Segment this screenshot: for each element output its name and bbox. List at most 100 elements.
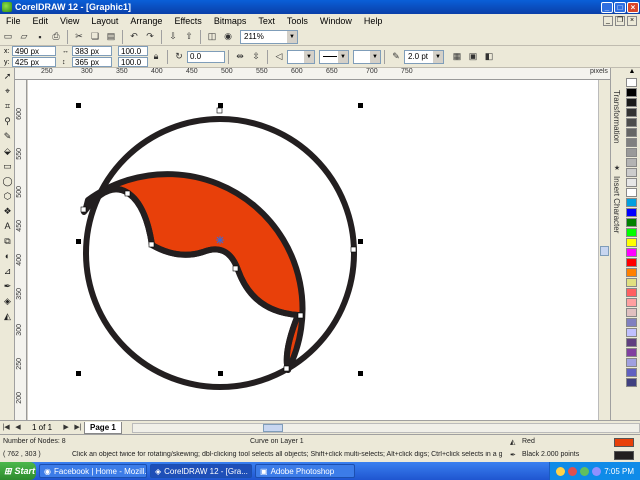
palette-swatch[interactable] xyxy=(626,98,637,107)
lock-ratio-icon[interactable]: 🔒︎ xyxy=(149,50,163,64)
new-document-icon[interactable]: ▭ xyxy=(1,30,15,44)
rectangle-tool-icon[interactable]: ▭ xyxy=(1,160,14,173)
palette-swatch[interactable] xyxy=(626,148,637,157)
palette-swatch[interactable] xyxy=(626,278,637,287)
palette-swatch[interactable] xyxy=(626,178,637,187)
pick-tool-icon[interactable]: ➚ xyxy=(1,70,14,83)
chevron-down-icon[interactable]: ▼ xyxy=(433,50,443,63)
palette-swatch[interactable] xyxy=(626,218,637,227)
vertical-scrollbar-thumb[interactable] xyxy=(600,246,609,256)
to-front-icon[interactable]: ▣ xyxy=(466,50,480,64)
menu-text[interactable]: Text xyxy=(252,16,281,26)
next-page-icon[interactable]: ▶ xyxy=(61,423,71,433)
curve-node[interactable] xyxy=(80,206,87,213)
text-tool-icon[interactable]: A xyxy=(1,220,14,233)
smart-fill-tool-icon[interactable]: ⬙ xyxy=(1,145,14,158)
curve-node[interactable] xyxy=(232,265,239,272)
tray-icon[interactable] xyxy=(556,466,566,476)
palette-swatch[interactable] xyxy=(626,358,637,367)
palette-swatch[interactable] xyxy=(626,208,637,217)
doc-close-button[interactable]: × xyxy=(627,16,637,26)
palette-swatch[interactable] xyxy=(626,328,637,337)
last-page-icon[interactable]: ▶| xyxy=(73,423,83,433)
to-back-icon[interactable]: ◧ xyxy=(482,50,496,64)
close-button[interactable]: × xyxy=(627,1,639,13)
palette-swatch[interactable] xyxy=(626,338,637,347)
palette-swatch[interactable] xyxy=(626,228,637,237)
mirror-horizontal-icon[interactable]: ⇹ xyxy=(233,50,247,64)
end-arrowhead-combo[interactable]: ▼ xyxy=(353,49,381,64)
palette-swatch[interactable] xyxy=(626,248,637,257)
curve-node[interactable] xyxy=(124,190,131,197)
selection-handle[interactable] xyxy=(76,371,81,376)
horizontal-scrollbar-thumb[interactable] xyxy=(262,423,283,432)
selection-handle[interactable] xyxy=(218,103,223,108)
palette-swatch[interactable] xyxy=(626,198,637,207)
task-coreldraw[interactable]: ◈ CorelDRAW 12 - [Gra... xyxy=(150,464,252,478)
palette-swatch[interactable] xyxy=(626,378,637,387)
zoom-tool-icon[interactable]: ⚲ xyxy=(1,115,14,128)
start-arrowhead-combo[interactable]: ▼ xyxy=(287,49,315,64)
palette-scroll-up-icon[interactable]: ▲ xyxy=(624,68,640,78)
chevron-down-icon[interactable]: ▼ xyxy=(370,50,380,63)
y-position-field[interactable]: 425 px xyxy=(12,57,56,67)
clock[interactable]: 7:05 PM xyxy=(604,467,634,476)
start-button[interactable]: ⊞ Start xyxy=(0,462,36,480)
chevron-down-icon[interactable]: ▼ xyxy=(338,50,348,63)
print-icon[interactable]: ⎙ xyxy=(49,30,63,44)
vertical-scrollbar[interactable] xyxy=(598,80,610,420)
cut-icon[interactable]: ✂ xyxy=(72,30,86,44)
menu-layout[interactable]: Layout xyxy=(85,16,124,26)
open-folder-icon[interactable]: ▱ xyxy=(17,30,31,44)
docker-tab-transformation[interactable]: Transformation xyxy=(612,90,621,144)
selection-handle[interactable] xyxy=(358,103,363,108)
palette-swatch[interactable] xyxy=(626,88,637,97)
menu-file[interactable]: File xyxy=(0,16,27,26)
chevron-down-icon[interactable]: ▼ xyxy=(304,50,314,63)
doc-restore-button[interactable]: ❐ xyxy=(615,16,625,26)
docker-tab-insert-character[interactable]: Insert Character xyxy=(612,176,621,233)
undo-icon[interactable]: ↶ xyxy=(127,30,141,44)
save-icon[interactable]: ▪ xyxy=(33,30,47,44)
palette-swatch[interactable] xyxy=(626,238,637,247)
drawing-svg[interactable] xyxy=(28,80,598,420)
curve-node[interactable] xyxy=(148,241,155,248)
interactive-blend-tool-icon[interactable]: ⧉ xyxy=(1,235,14,248)
fill-color-swatch[interactable] xyxy=(614,438,634,447)
task-photoshop[interactable]: ▣ Adobe Photoshop xyxy=(255,464,355,478)
mirror-vertical-icon[interactable]: ⇳ xyxy=(249,50,263,64)
eyedropper-tool-icon[interactable]: ⊿ xyxy=(1,265,14,278)
palette-swatch[interactable] xyxy=(626,308,637,317)
palette-swatch[interactable] xyxy=(626,188,637,197)
palette-swatch[interactable] xyxy=(626,108,637,117)
page-tab-1[interactable]: Page 1 xyxy=(84,421,122,434)
tray-icon[interactable] xyxy=(568,466,578,476)
palette-swatch[interactable] xyxy=(626,128,637,137)
horizontal-ruler[interactable]: 250 300 350 400 450 500 550 600 650 700 … xyxy=(15,68,610,80)
redo-icon[interactable]: ↷ xyxy=(143,30,157,44)
selection-handle[interactable] xyxy=(76,239,81,244)
minimize-button[interactable]: _ xyxy=(601,1,613,13)
vertical-ruler[interactable]: 600 550 500 450 400 350 300 250 200 xyxy=(15,80,27,420)
tray-icon[interactable] xyxy=(580,466,590,476)
curve-node[interactable] xyxy=(216,107,223,114)
selection-handle[interactable] xyxy=(218,371,223,376)
application-launcher-icon[interactable]: ◫ xyxy=(205,30,219,44)
crop-tool-icon[interactable]: ⌗ xyxy=(1,100,14,113)
doc-minimize-button[interactable]: _ xyxy=(603,16,613,26)
x-position-field[interactable]: 490 px xyxy=(12,46,56,56)
start-arrowhead-icon[interactable]: ◁ xyxy=(272,50,286,64)
basic-shapes-tool-icon[interactable]: ❖ xyxy=(1,205,14,218)
palette-swatch[interactable] xyxy=(626,268,637,277)
transparency-tool-icon[interactable]: ◐ xyxy=(1,250,14,263)
palette-swatch[interactable] xyxy=(626,158,637,167)
menu-help[interactable]: Help xyxy=(358,16,389,26)
menu-tools[interactable]: Tools xyxy=(281,16,314,26)
first-page-icon[interactable]: |◀ xyxy=(1,423,11,433)
palette-swatch[interactable] xyxy=(626,138,637,147)
fill-tool-icon[interactable]: ◈ xyxy=(1,295,14,308)
scale-width-field[interactable]: 100.0 xyxy=(118,46,148,56)
tray-icon[interactable] xyxy=(592,466,602,476)
corel-online-icon[interactable]: ◉ xyxy=(221,30,235,44)
chevron-down-icon[interactable]: ▼ xyxy=(287,30,297,43)
